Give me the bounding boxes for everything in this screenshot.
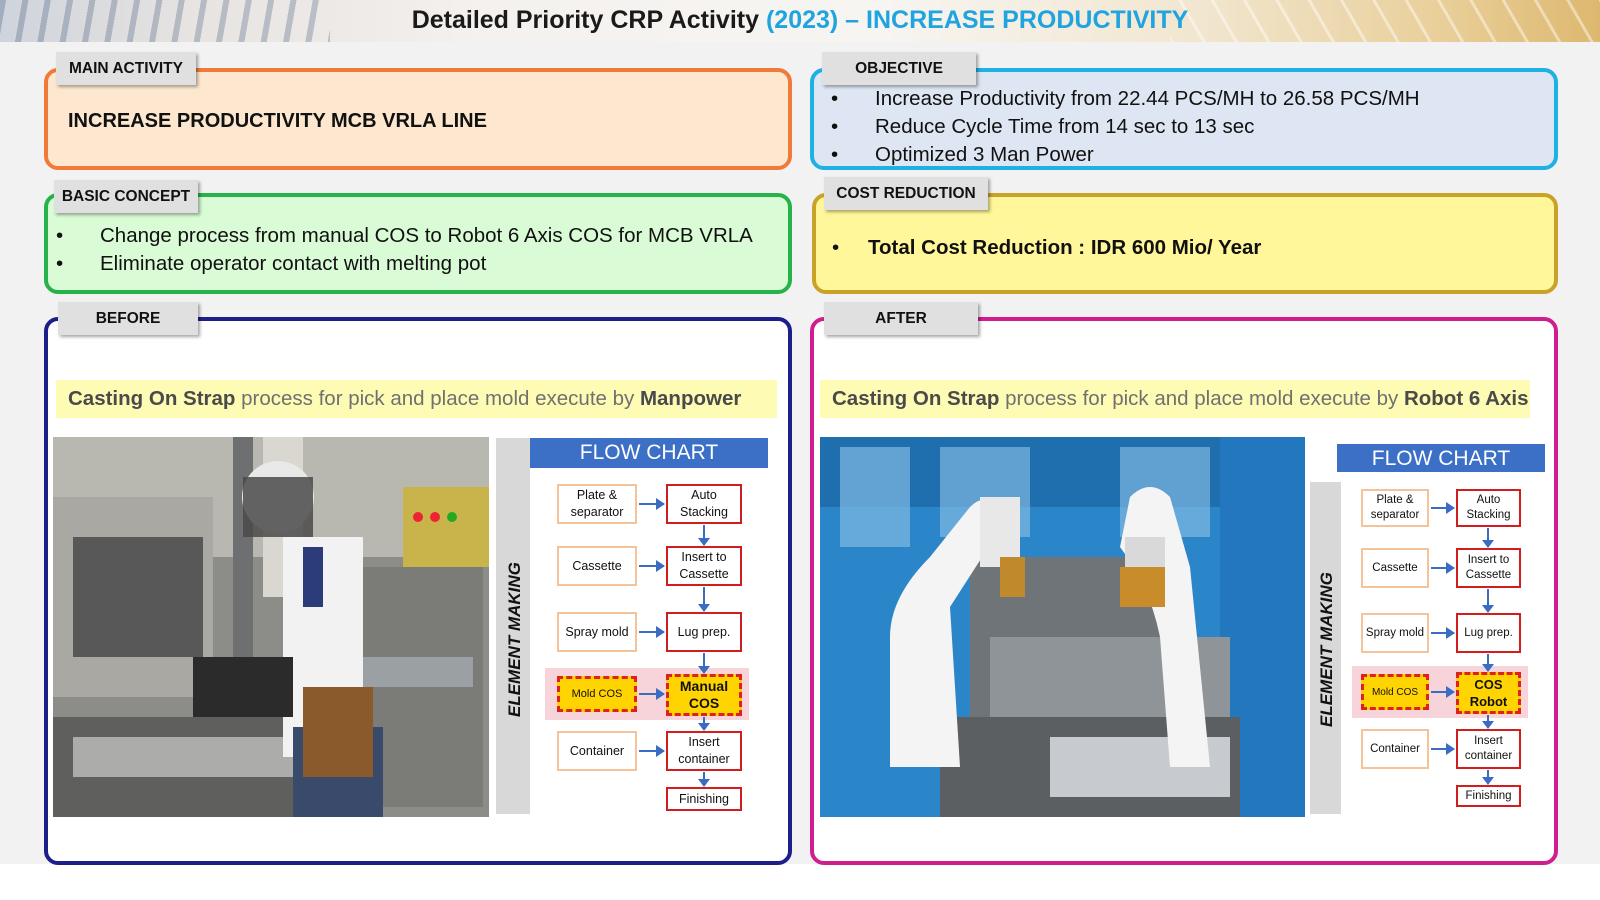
after-flow-insert-cassette: Insert to Cassette (1456, 548, 1521, 588)
basic-concept-item: Eliminate operator contact with melting … (56, 250, 753, 278)
after-flow-arrow (1482, 770, 1494, 785)
after-flow-arrow (1431, 562, 1455, 574)
before-flow-container: Container (557, 731, 637, 771)
objective-tab: OBJECTIVE (822, 52, 976, 85)
before-flow-arrow (639, 560, 665, 572)
before-flow-auto-stacking: Auto Stacking (666, 484, 742, 524)
before-flow-arrow (639, 626, 665, 638)
before-flow-title: FLOW CHART (530, 438, 768, 468)
after-tab: AFTER (824, 302, 978, 335)
after-flow-cos-robot: COS Robot (1456, 672, 1521, 714)
objective-list: Increase Productivity from 22.44 PCS/MH … (831, 85, 1420, 169)
after-photo-robot-cos (820, 437, 1305, 817)
header-banner: Detailed Priority CRP Activity (2023) – … (0, 0, 1600, 42)
before-photo-drawing (53, 437, 489, 817)
after-flow-lug-prep: Lug prep. (1456, 613, 1521, 653)
cost-reduction-bullet: • (832, 236, 840, 259)
after-flow-container: Container (1361, 729, 1429, 769)
after-flow-finishing: Finishing (1456, 785, 1521, 807)
cost-reduction-tab: COST REDUCTION (824, 177, 988, 210)
after-caption-bold2: Robot 6 Axis (1403, 387, 1529, 410)
basic-concept-item: Change process from manual COS to Robot … (56, 222, 753, 250)
after-flow-plate-separator: Plate & separator (1361, 489, 1429, 527)
cost-reduction-text: Total Cost Reduction : IDR 600 Mio/ Year (868, 236, 1262, 259)
before-flow-arrow (639, 688, 665, 700)
after-flow-mold-cos: Mold COS (1361, 674, 1429, 710)
before-flow-arrow (698, 653, 710, 674)
before-flow-finishing: Finishing (666, 787, 742, 811)
before-caption-bold1: Casting On Strap (68, 387, 236, 410)
before-tab: BEFORE (58, 302, 198, 335)
main-activity-text: INCREASE PRODUCTIVITY MCB VRLA LINE (68, 110, 487, 132)
after-flow-cassette: Cassette (1361, 548, 1429, 588)
before-flow-arrow (698, 525, 710, 546)
before-caption-bold2: Manpower (639, 387, 742, 410)
after-photo-drawing (820, 437, 1305, 817)
before-flow-arrow (639, 498, 665, 510)
after-flow-arrow (1431, 743, 1455, 755)
after-flow-side-label: ELEMENT MAKING (1317, 572, 1336, 728)
before-flow-side-label: ELEMENT MAKING (505, 562, 524, 718)
before-flow-plate-separator: Plate & separator (557, 484, 637, 524)
before-flow-cassette: Cassette (557, 546, 637, 586)
before-flow-manual-cos: Manual COS (666, 674, 742, 716)
objective-item: Increase Productivity from 22.44 PCS/MH … (831, 85, 1420, 113)
before-flow-lug-prep: Lug prep. (666, 612, 742, 652)
after-flow-arrow (1431, 502, 1455, 514)
before-flow-spray-mold: Spray mold (557, 612, 637, 652)
before-flow-arrow (639, 745, 665, 757)
after-flow-auto-stacking: Auto Stacking (1456, 489, 1521, 527)
after-flow-arrow (1482, 654, 1494, 672)
before-flow-insert-cassette: Insert to Cassette (666, 546, 742, 586)
basic-concept-list: Change process from manual COS to Robot … (56, 222, 753, 278)
page-title-accent: (2023) – INCREASE PRODUCTIVITY (765, 6, 1189, 34)
before-flow-arrow (698, 717, 710, 731)
after-caption-mid: process for pick and place mold execute … (999, 387, 1404, 410)
before-photo-manual-cos (53, 437, 489, 817)
after-flow-arrow (1431, 686, 1455, 698)
main-activity-tab: MAIN ACTIVITY (56, 52, 196, 85)
after-caption-bold1: Casting On Strap (832, 387, 1000, 410)
before-caption-mid: process for pick and place mold execute … (235, 387, 640, 410)
objective-item: Optimized 3 Man Power (831, 141, 1420, 169)
before-flow-arrow (698, 772, 710, 787)
before-flow-mold-cos: Mold COS (557, 676, 637, 712)
after-flow-arrow (1431, 627, 1455, 639)
after-flow-arrow (1482, 589, 1494, 613)
before-flow-insert-container: Insert container (666, 731, 742, 771)
after-flow-title: FLOW CHART (1337, 444, 1545, 472)
after-flow-arrow (1482, 528, 1494, 548)
before-caption: Casting On Strap process for pick and pl… (56, 380, 777, 418)
before-flow-arrow (698, 587, 710, 612)
cost-reduction-line: • Total Cost Reduction : IDR 600 Mio/ Yea… (832, 236, 1261, 260)
after-flow-insert-container: Insert container (1456, 729, 1521, 769)
objective-item: Reduce Cycle Time from 14 sec to 13 sec (831, 113, 1420, 141)
page-title: Detailed Priority CRP Activity (2023) – … (0, 6, 1600, 35)
after-caption: Casting On Strap process for pick and pl… (820, 380, 1530, 418)
after-flow-spray-mold: Spray mold (1361, 613, 1429, 653)
page-title-main: Detailed Priority CRP Activity (411, 6, 766, 34)
basic-concept-tab: BASIC CONCEPT (54, 180, 198, 213)
after-flow-arrow (1482, 715, 1494, 729)
